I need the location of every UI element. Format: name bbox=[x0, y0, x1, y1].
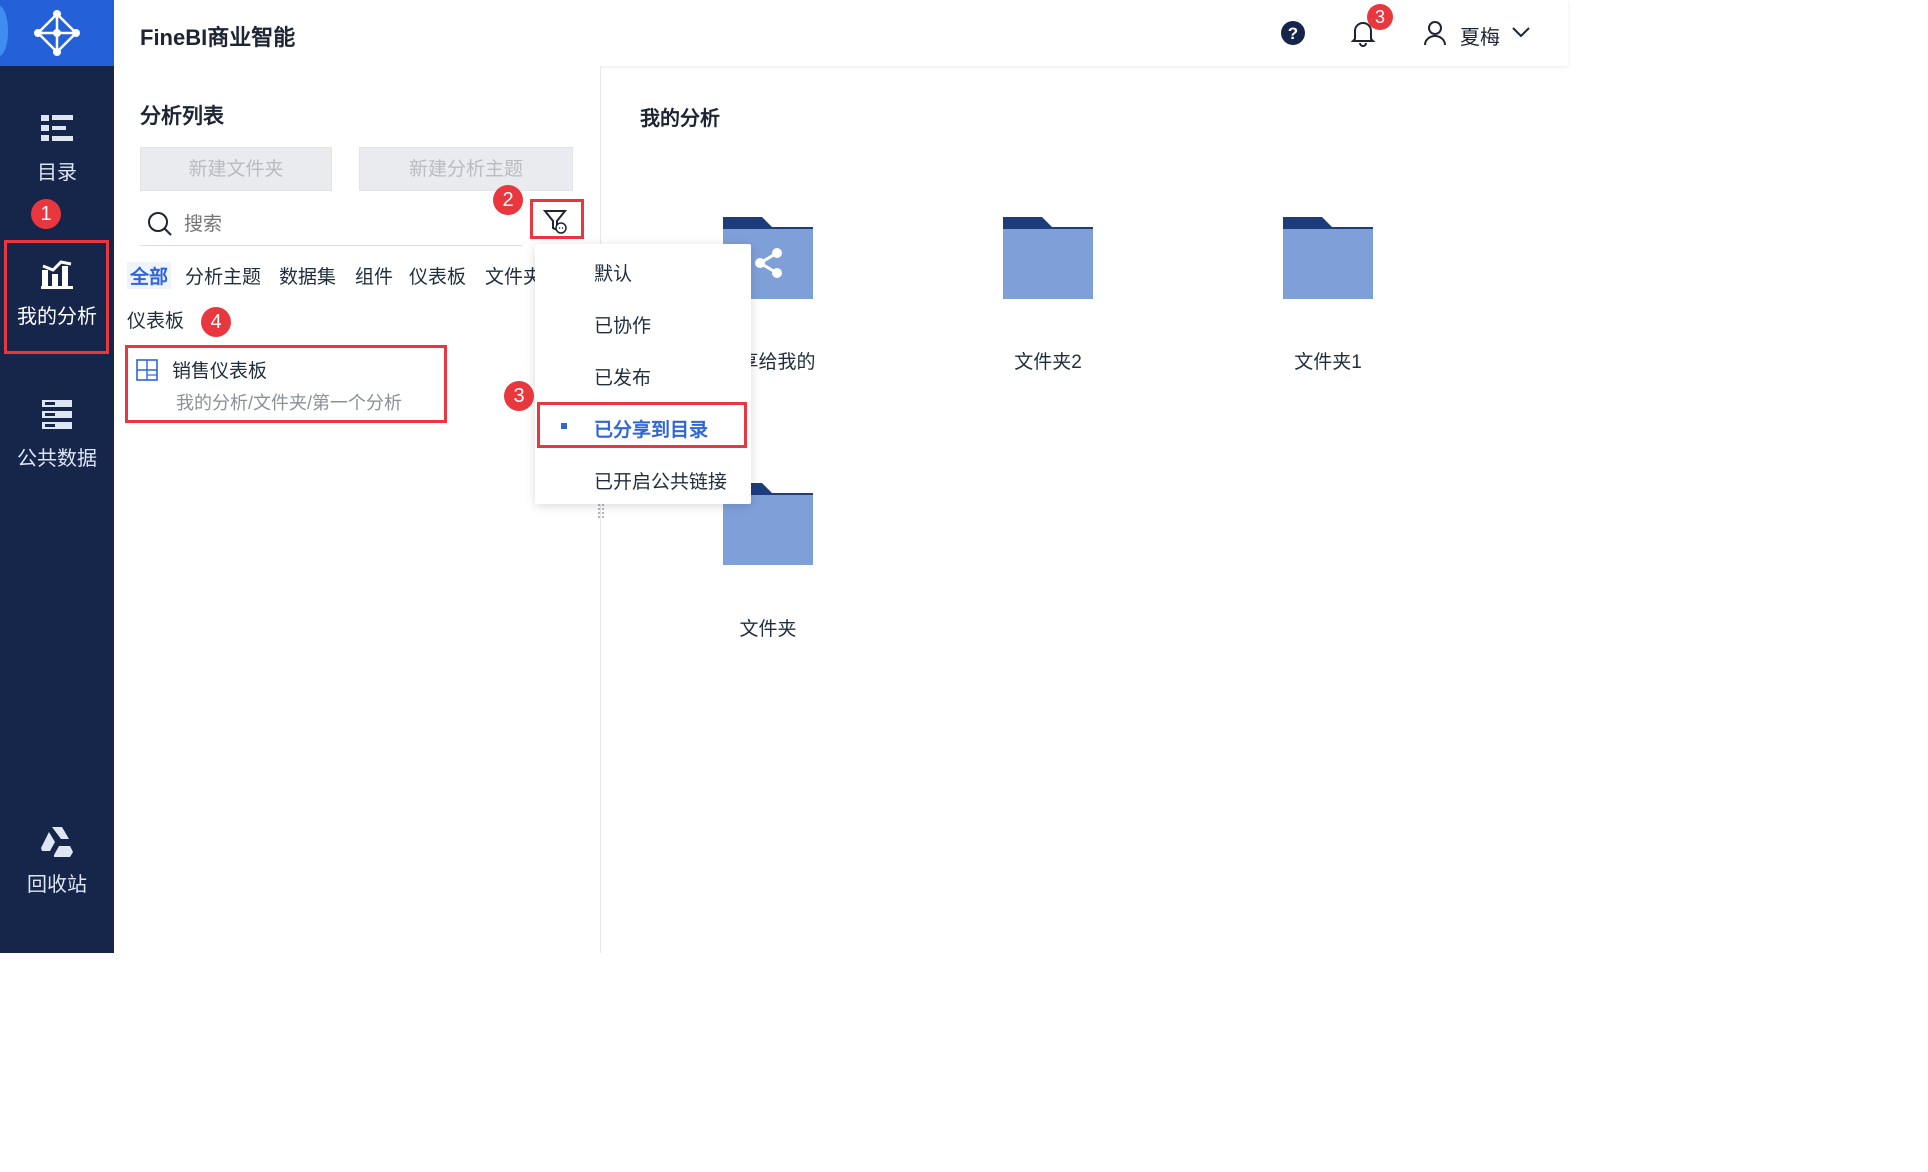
search-underline bbox=[140, 245, 522, 246]
sidebar-item-label: 目录 bbox=[37, 162, 77, 184]
filter-option-public-link[interactable]: 已开启公共链接 bbox=[594, 467, 727, 494]
filter-icon[interactable] bbox=[543, 208, 569, 234]
annotation-badge-2: 2 bbox=[493, 185, 523, 215]
tab-dashboard[interactable]: 仪表板 bbox=[409, 262, 466, 289]
highlight-my-analysis bbox=[4, 240, 109, 354]
filter-option-default[interactable]: 默认 bbox=[594, 259, 632, 286]
chevron-down-icon[interactable] bbox=[1512, 26, 1530, 38]
notification-badge: 3 bbox=[1367, 4, 1393, 30]
user-icon[interactable] bbox=[1423, 20, 1447, 46]
app-title: FineBI商业智能 bbox=[140, 25, 296, 50]
help-icon[interactable]: ? bbox=[1280, 20, 1306, 46]
tab-analysis-subject[interactable]: 分析主题 bbox=[185, 262, 261, 289]
sidebar: 目录 我的分析 公共数据 回收站 bbox=[0, 0, 114, 953]
database-icon bbox=[42, 400, 72, 429]
folder-label[interactable]: 文件夹2 bbox=[948, 347, 1148, 374]
sidebar-item-label: 回收站 bbox=[27, 874, 87, 896]
search-input[interactable] bbox=[182, 210, 516, 240]
search-icon bbox=[148, 212, 172, 236]
tab-dataset[interactable]: 数据集 bbox=[279, 262, 336, 289]
sidebar-expand-handle[interactable] bbox=[0, 6, 8, 56]
logo[interactable] bbox=[0, 0, 114, 66]
user-name[interactable]: 夏梅 bbox=[1460, 21, 1500, 50]
folder-icon bbox=[1003, 217, 1093, 299]
sidebar-item-catalog[interactable]: 目录 bbox=[0, 112, 114, 185]
annotation-badge-3: 3 bbox=[504, 381, 534, 411]
analysis-list-panel bbox=[114, 66, 600, 953]
annotation-badge-4: 4 bbox=[201, 307, 231, 337]
filter-dropdown: 默认 已协作 已发布 已分享到目录 已开启公共链接 bbox=[535, 244, 751, 504]
logo-icon bbox=[34, 10, 80, 56]
sidebar-item-label: 公共数据 bbox=[17, 448, 97, 470]
tab-all[interactable]: 全部 bbox=[127, 262, 172, 289]
sidebar-item-public-data[interactable]: 公共数据 bbox=[0, 398, 114, 471]
folder-2[interactable] bbox=[1002, 215, 1094, 299]
tab-component[interactable]: 组件 bbox=[355, 262, 393, 289]
result-section-label: 仪表板 bbox=[127, 311, 185, 332]
right-panel-title: 我的分析 bbox=[640, 108, 720, 130]
folder-icon bbox=[1283, 217, 1373, 299]
new-analysis-subject-button[interactable]: 新建分析主题 bbox=[359, 147, 573, 191]
filter-option-collaborated[interactable]: 已协作 bbox=[594, 311, 651, 338]
svg-text:?: ? bbox=[1288, 24, 1298, 43]
sidebar-item-recycle-bin[interactable]: 回收站 bbox=[0, 826, 114, 897]
tab-folder[interactable]: 文件夹 bbox=[485, 262, 535, 289]
panel-title: 分析列表 bbox=[140, 105, 224, 128]
recycle-icon bbox=[41, 827, 73, 857]
folder-label[interactable]: 文件夹1 bbox=[1228, 347, 1428, 374]
highlight-search-result bbox=[125, 345, 447, 423]
filter-option-published[interactable]: 已发布 bbox=[594, 363, 651, 390]
catalog-icon bbox=[41, 115, 73, 141]
top-bar: FineBI商业智能 ? 3 夏梅 bbox=[114, 0, 1568, 66]
folder-label[interactable]: 文件夹 bbox=[668, 614, 868, 641]
annotation-badge-1: 1 bbox=[31, 199, 61, 229]
highlight-selected-filter bbox=[537, 402, 747, 448]
drag-handle-icon[interactable] bbox=[597, 503, 605, 519]
new-folder-button[interactable]: 新建文件夹 bbox=[140, 147, 332, 191]
folder-1[interactable] bbox=[1282, 215, 1374, 299]
